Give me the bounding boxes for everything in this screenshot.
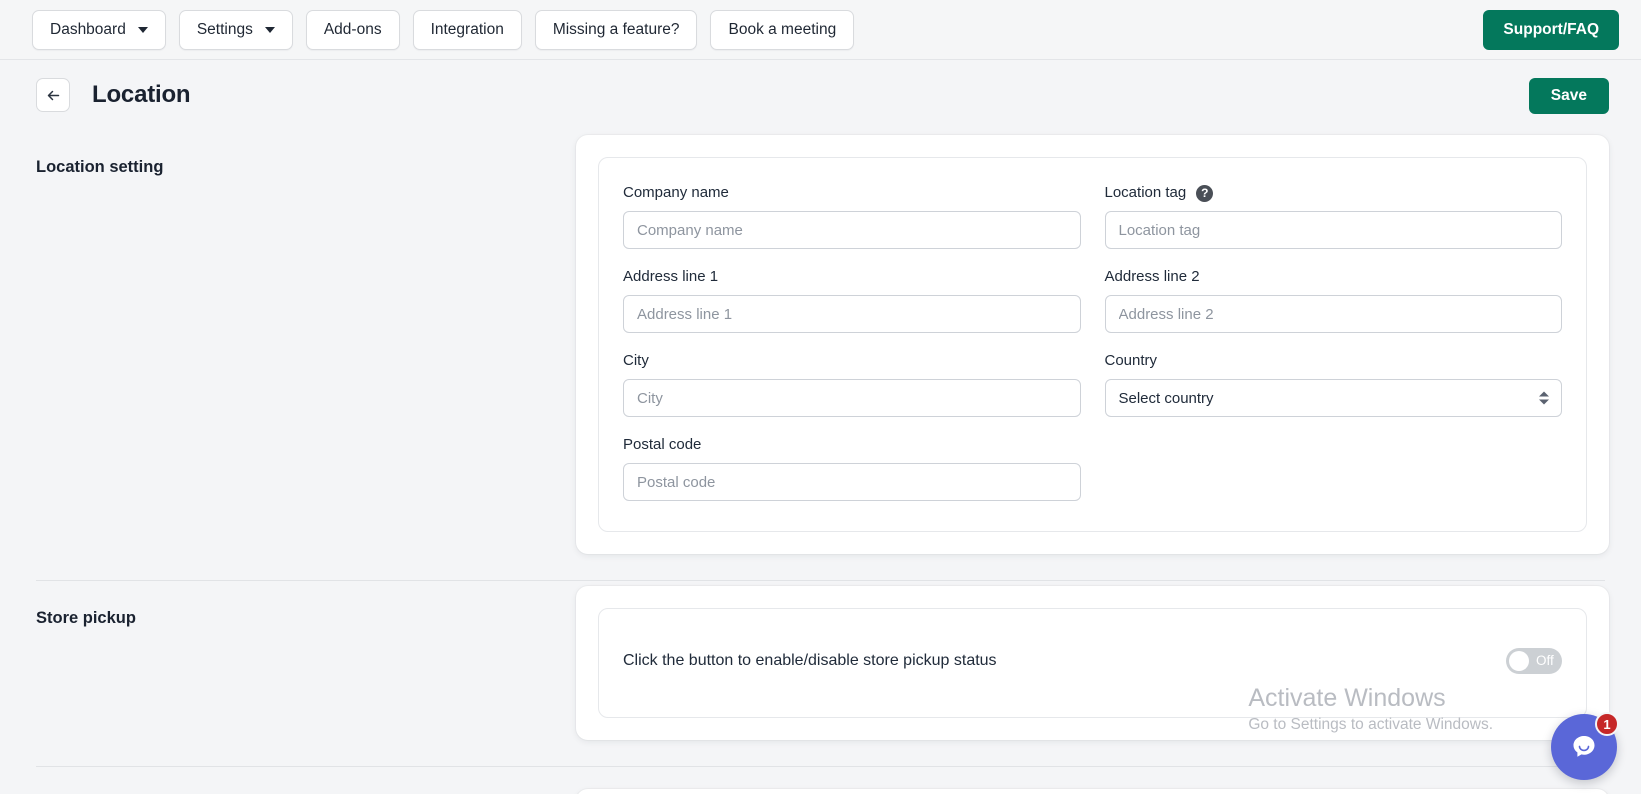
field-country: Country Select country xyxy=(1104,352,1562,417)
nav-button-settings[interactable]: Settings xyxy=(178,9,293,50)
label-postal-code: Postal code xyxy=(623,436,702,453)
location-setting-section: Location setting Company name Location t xyxy=(0,130,1641,554)
nav-button-integration[interactable]: Integration xyxy=(412,9,522,50)
page-title: Location xyxy=(92,81,191,108)
back-button[interactable] xyxy=(36,78,70,112)
chat-widget: 1 xyxy=(1551,712,1619,780)
label-city: City xyxy=(623,352,649,369)
field-postal-code: Postal code xyxy=(623,436,1081,501)
location-form-grid: Company name Location tag ? xyxy=(623,184,1562,501)
label-address-line-1: Address line 1 xyxy=(623,268,719,285)
country-select[interactable]: Select country xyxy=(1104,379,1562,417)
next-outer-card xyxy=(576,789,1609,794)
location-setting-label: Location setting xyxy=(36,158,164,176)
country-select-value: Select country xyxy=(1118,389,1214,407)
store-pickup-card: Click the button to enable/disable store… xyxy=(598,608,1587,718)
store-pickup-outer-card: Click the button to enable/disable store… xyxy=(576,586,1609,740)
page-root: Dashboard Settings Add-ons Integration M… xyxy=(0,0,1641,794)
location-form-card: Company name Location tag ? xyxy=(598,157,1587,532)
company-name-input[interactable] xyxy=(623,211,1081,249)
nav-label-settings: Settings xyxy=(196,20,253,38)
next-section-body xyxy=(576,789,1609,794)
store-pickup-description: Click the button to enable/disable store… xyxy=(623,652,997,669)
nav-label-integration: Integration xyxy=(430,20,504,38)
label-country: Country xyxy=(1104,352,1158,369)
nav-label-add-ons: Add-ons xyxy=(323,20,382,38)
location-setting-body: Company name Location tag ? xyxy=(576,130,1609,554)
question-mark-icon[interactable]: ? xyxy=(1196,184,1214,202)
next-section-label-spacer xyxy=(36,789,576,794)
label-location-tag: Location tag ? xyxy=(1105,184,1563,202)
chevron-down-icon xyxy=(137,26,148,33)
label-company-name: Company name xyxy=(623,184,729,201)
nav-label-missing-a-feature: Missing a feature? xyxy=(552,20,680,38)
label-location-tag-text: Location tag xyxy=(1104,184,1187,201)
chevron-down-icon xyxy=(264,26,275,33)
location-outer-card: Company name Location tag ? xyxy=(576,135,1609,554)
field-address-line-1: Address line 1 xyxy=(623,268,1081,333)
chat-unread-badge: 1 xyxy=(1595,712,1619,736)
store-pickup-body: Click the button to enable/disable store… xyxy=(576,581,1609,740)
field-city: City xyxy=(623,352,1081,417)
toggle-knob xyxy=(1509,651,1529,671)
store-pickup-label: Store pickup xyxy=(36,609,136,627)
form-grid-empty-cell xyxy=(1105,436,1563,501)
toggle-state-label: Off xyxy=(1536,653,1554,669)
nav-label-book-a-meeting: Book a meeting xyxy=(728,20,837,38)
postal-code-input[interactable] xyxy=(623,463,1081,501)
nav-button-add-ons[interactable]: Add-ons xyxy=(305,9,400,50)
city-input[interactable] xyxy=(623,379,1081,417)
field-address-line-2: Address line 2 xyxy=(1104,268,1562,333)
save-button[interactable]: Save xyxy=(1528,78,1609,114)
store-pickup-toggle[interactable]: Off xyxy=(1506,648,1562,674)
nav-label-dashboard: Dashboard xyxy=(50,20,126,38)
nav-button-book-a-meeting[interactable]: Book a meeting xyxy=(710,9,855,50)
location-tag-input[interactable] xyxy=(1104,211,1562,249)
store-pickup-row: Click the button to enable/disable store… xyxy=(623,635,1562,687)
store-pickup-section: Store pickup Click the button to enable/… xyxy=(0,581,1641,740)
address-line-2-input[interactable] xyxy=(1104,295,1562,333)
top-navigation-bar: Dashboard Settings Add-ons Integration M… xyxy=(0,0,1641,60)
field-company-name: Company name xyxy=(623,184,1081,249)
country-select-wrapper: Select country xyxy=(1104,379,1562,417)
section-divider-bottom xyxy=(36,766,1605,767)
field-location-tag: Location tag ? xyxy=(1104,184,1563,249)
page-header: Location Save xyxy=(0,60,1641,130)
arrow-left-icon xyxy=(45,87,62,104)
next-section-partial xyxy=(0,789,1641,794)
nav-button-missing-a-feature[interactable]: Missing a feature? xyxy=(534,9,698,50)
nav-button-dashboard[interactable]: Dashboard xyxy=(32,9,166,50)
label-address-line-2: Address line 2 xyxy=(1104,268,1200,285)
address-line-1-input[interactable] xyxy=(623,295,1081,333)
support-faq-button[interactable]: Support/FAQ xyxy=(1483,10,1619,50)
